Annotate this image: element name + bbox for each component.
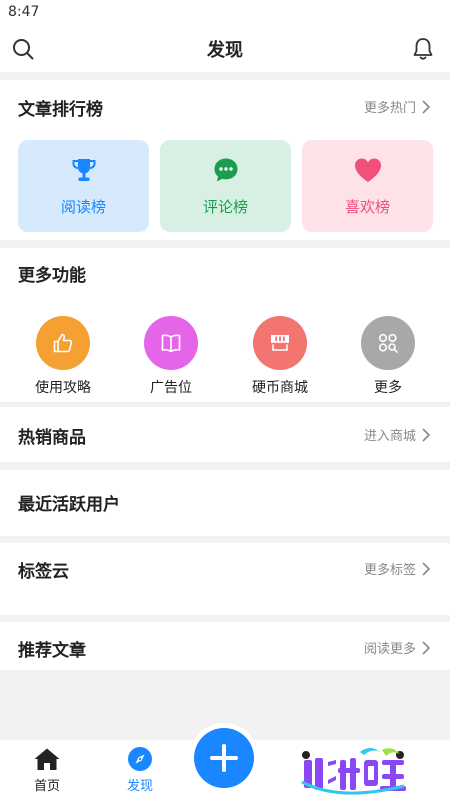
recommended-section: 推荐文章 阅读更多: [0, 622, 450, 670]
features-section: 更多功能 使用攻略 广告位 硬币商城 更多: [0, 248, 450, 402]
book-icon: [161, 334, 181, 353]
recommended-title: 推荐文章: [18, 641, 86, 661]
feature-label: 硬币商城: [252, 380, 308, 396]
tab-discover[interactable]: 发现: [100, 746, 180, 794]
rank-card-like[interactable]: 喜欢榜: [302, 140, 433, 232]
chevron-right-icon: [422, 640, 430, 655]
trophy-icon: [72, 159, 95, 181]
add-button[interactable]: [194, 728, 254, 788]
feature-more[interactable]: 更多: [343, 316, 433, 397]
chevron-right-icon: [422, 427, 430, 442]
tag-cloud-more-link[interactable]: 更多标签: [364, 559, 430, 578]
active-users-title: 最近活跃用户: [18, 495, 120, 515]
chevron-right-icon: [422, 561, 430, 576]
rank-card-read[interactable]: 阅读榜: [18, 140, 149, 232]
grid-search-icon: [378, 333, 398, 353]
page-title: 发现: [207, 40, 243, 61]
hot-goods-more-link[interactable]: 进入商城: [364, 425, 430, 444]
comment-icon: [214, 158, 237, 182]
ranking-more-label: 更多热门: [363, 101, 416, 116]
recommended-more-label: 阅读更多: [363, 642, 416, 657]
ranking-more-link[interactable]: 更多热门: [364, 97, 430, 116]
feature-ads[interactable]: 广告位: [126, 316, 216, 397]
feature-label: 使用攻略: [35, 380, 91, 396]
rank-card-label: 阅读榜: [60, 198, 106, 216]
status-bar: 8:47: [0, 0, 450, 26]
bell-icon[interactable]: [412, 37, 434, 61]
recommended-more-link[interactable]: 阅读更多: [364, 638, 430, 657]
compass-icon: [128, 747, 152, 771]
features-title: 更多功能: [18, 266, 86, 286]
feature-label: 更多: [374, 380, 402, 396]
top-bar: 发现: [0, 26, 450, 72]
tab-home[interactable]: 首页: [7, 746, 87, 794]
status-time: 8:47: [8, 4, 40, 20]
rank-card-comment[interactable]: 评论榜: [160, 140, 291, 232]
thumbs-up-icon: [53, 333, 73, 353]
ranking-title: 文章排行榜: [18, 100, 103, 120]
ranking-section: 文章排行榜 更多热门 阅读榜 评论榜 喜欢榜: [0, 80, 450, 240]
shop-icon: [271, 335, 289, 351]
hot-goods-section: 热销商品 进入商城: [0, 407, 450, 462]
tab-label: 首页: [33, 779, 60, 794]
home-icon: [34, 748, 60, 770]
feature-label: 广告位: [150, 380, 192, 396]
tag-cloud-more-label: 更多标签: [363, 563, 416, 578]
tag-cloud-title: 标签云: [18, 562, 69, 582]
plus-icon: [210, 744, 238, 772]
rank-card-label: 喜欢榜: [344, 198, 390, 216]
tag-cloud-section: 标签云 更多标签: [0, 543, 450, 615]
hot-goods-more-label: 进入商城: [363, 429, 416, 444]
hot-goods-title: 热销商品: [18, 428, 86, 448]
tab-label: 发现: [126, 779, 153, 794]
active-users-section: 最近活跃用户: [0, 470, 450, 536]
heart-icon: [354, 158, 381, 182]
watermark-logo: [301, 748, 406, 795]
feature-coin-shop[interactable]: 硬币商城: [235, 316, 325, 397]
chevron-right-icon: [422, 99, 430, 114]
feature-guide[interactable]: 使用攻略: [18, 316, 108, 397]
rank-card-label: 评论榜: [202, 198, 248, 216]
